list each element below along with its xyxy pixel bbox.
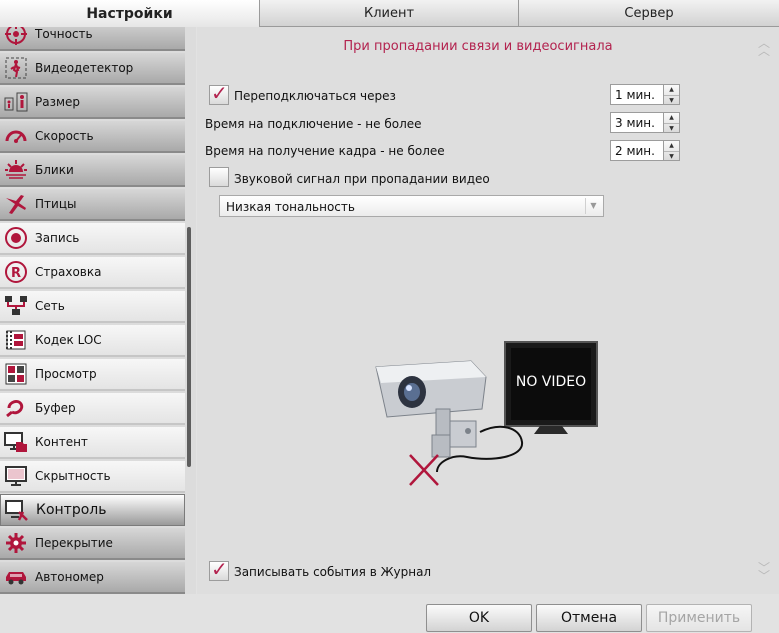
tab-bar: Настройки Клиент Сервер — [0, 0, 779, 27]
sidebar-item-videodetector[interactable]: Видеодетектор — [0, 53, 185, 85]
sidebar-item-label: Точность — [35, 27, 93, 41]
spin-up-icon[interactable]: ▲ — [664, 113, 679, 123]
spin-up-icon[interactable]: ▲ — [664, 85, 679, 95]
sidebar-scrollbar[interactable] — [187, 227, 191, 467]
spin-down-icon[interactable]: ▼ — [664, 123, 679, 133]
reconnect-interval-value[interactable]: 1 мин. — [610, 84, 664, 105]
ok-button[interactable]: OK — [426, 604, 532, 632]
spin-down-icon[interactable]: ▼ — [664, 95, 679, 105]
chevron-down-icon[interactable]: ▼ — [585, 198, 601, 214]
monitor-icon: NO VIDEO — [504, 341, 598, 434]
reconnect-checkbox[interactable]: ✓ — [209, 81, 229, 105]
dialog-footer: OK Отмена Применить — [0, 594, 779, 633]
reconnect-label: Переподключаться через — [234, 89, 396, 103]
frame-time-spinbox[interactable]: 2 мин. ▲ ▼ — [610, 140, 680, 161]
sidebar-item-label: Видеодетектор — [35, 61, 134, 75]
sidebar-item-label: Контроль — [36, 502, 107, 518]
sidebar-item-buffer[interactable]: Буфер — [0, 393, 185, 425]
section-title: При пропадании связи и видеосигнала — [343, 39, 613, 54]
registered-icon: R — [3, 259, 29, 285]
connect-time-value[interactable]: 3 мин. — [610, 112, 664, 133]
log-events-checkbox[interactable]: ✓ — [209, 557, 229, 581]
frame-time-value[interactable]: 2 мин. — [610, 140, 664, 161]
record-icon — [3, 225, 29, 251]
scroll-up-icon[interactable]: ︿ ︿ — [757, 37, 771, 57]
walking-person-icon — [3, 55, 29, 81]
sidebar-item-label: Скорость — [35, 129, 94, 143]
log-events-label: Записывать события в Журнал — [234, 565, 432, 579]
sidebar-item-size[interactable]: Размер — [0, 87, 185, 119]
monitor-icon — [3, 463, 29, 489]
frame-time-label: Время на получение кадра - не более — [205, 144, 445, 158]
svg-text:NO VIDEO: NO VIDEO — [516, 374, 586, 390]
connect-time-label: Время на подключение - не более — [205, 117, 422, 131]
sidebar-item-label: Страховка — [35, 265, 102, 279]
sidebar-item-label: Автономер — [35, 570, 104, 584]
sidebar-item-glare[interactable]: Блики — [0, 155, 185, 187]
gear-icon — [3, 530, 29, 556]
apply-button[interactable]: Применить — [646, 604, 752, 632]
scroll-down-icon[interactable]: ﹀ ﹀ — [757, 562, 771, 582]
control-settings-panel: При пропадании связи и видеосигнала ︿ ︿ ✓… — [197, 27, 779, 594]
sidebar-item-label: Скрытность — [35, 469, 111, 483]
sidebar-item-autonumber[interactable]: Автономер — [0, 562, 185, 594]
sound-signal-label: Звуковой сигнал при пропадании видео — [234, 172, 490, 186]
sidebar-item-stealth[interactable]: Скрытность — [0, 461, 185, 493]
speedometer-icon — [3, 123, 29, 149]
sidebar-item-speed[interactable]: Скорость — [0, 121, 185, 153]
size-figures-icon — [3, 89, 29, 115]
sunset-icon — [3, 157, 29, 183]
tab-client[interactable]: Клиент — [260, 0, 519, 27]
codec-icon — [3, 327, 29, 353]
checkmark-icon: ✓ — [211, 81, 228, 105]
reconnect-interval-spinbox[interactable]: 1 мин. ▲ ▼ — [610, 84, 680, 105]
control-icon — [4, 497, 30, 523]
sidebar-item-insurance[interactable]: R Страховка — [0, 257, 185, 289]
sidebar-item-label: Просмотр — [35, 367, 97, 381]
tone-select[interactable]: Низкая тональность ▼ — [219, 195, 604, 217]
sidebar-item-codec[interactable]: Кодек LOC — [0, 325, 185, 357]
camera-icon — [375, 360, 487, 458]
checkmark-icon: ✓ — [211, 557, 228, 581]
sidebar-item-label: Перекрытие — [35, 536, 113, 550]
sidebar-item-control[interactable]: Контроль — [0, 494, 185, 526]
sidebar-item-label: Буфер — [35, 401, 76, 415]
monitor-folder-icon — [3, 429, 29, 455]
sidebar-item-label: Кодек LOC — [35, 333, 102, 347]
sidebar-item-label: Сеть — [35, 299, 65, 313]
spin-down-icon[interactable]: ▼ — [664, 151, 679, 161]
sidebar-item-network[interactable]: Сеть — [0, 291, 185, 323]
connect-time-spinbox[interactable]: 3 мин. ▲ ▼ — [610, 112, 680, 133]
cancel-button[interactable]: Отмена — [536, 604, 642, 632]
bird-icon — [3, 191, 29, 217]
tab-settings[interactable]: Настройки — [0, 0, 260, 27]
view-grid-icon — [3, 361, 29, 387]
tone-select-value: Низкая тональность — [226, 200, 355, 214]
sound-signal-checkbox[interactable] — [209, 167, 229, 187]
tab-server[interactable]: Сервер — [519, 0, 779, 27]
sidebar-item-accuracy[interactable]: Точность — [0, 27, 185, 51]
camera-no-video-illustration: NO VIDEO — [375, 341, 598, 486]
spin-up-icon[interactable]: ▲ — [664, 141, 679, 151]
buffer-icon — [3, 395, 29, 421]
network-icon — [3, 293, 29, 319]
svg-text:R: R — [11, 266, 21, 281]
sidebar-item-label: Блики — [35, 163, 74, 177]
sidebar-item-label: Птицы — [35, 197, 77, 211]
car-icon — [3, 564, 29, 590]
sidebar-item-content[interactable]: Контент — [0, 427, 185, 459]
sidebar-item-label: Размер — [35, 95, 81, 109]
target-icon — [3, 27, 29, 47]
sidebar-item-overlap[interactable]: Перекрытие — [0, 528, 185, 560]
disconnected-x-icon — [409, 454, 439, 486]
sidebar-item-recording[interactable]: Запись — [0, 223, 185, 255]
sidebar-item-birds[interactable]: Птицы — [0, 189, 185, 221]
sidebar-item-view[interactable]: Просмотр — [0, 359, 185, 391]
sidebar-item-label: Запись — [35, 231, 80, 245]
settings-sidebar: Точность Видеодетектор Размер Скорость Б… — [0, 27, 196, 594]
sidebar-item-label: Контент — [35, 435, 88, 449]
